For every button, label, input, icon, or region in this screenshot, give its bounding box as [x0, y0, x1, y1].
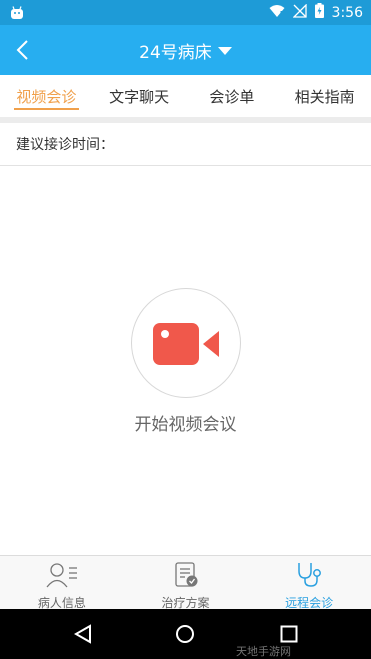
bed-selector[interactable]: 24号病床 [0, 25, 371, 75]
back-triangle-icon[interactable] [73, 624, 93, 644]
tab-bar: 视频会诊 文字聊天 会诊单 相关指南 [0, 75, 371, 117]
start-video-label: 开始视频会议 [134, 415, 237, 435]
treatment-plan-icon [173, 562, 199, 592]
home-circle-icon[interactable] [175, 624, 195, 644]
suggested-time-label: 建议接诊时间： [16, 137, 114, 153]
watermark: 天地手游网 [236, 645, 291, 658]
tab-video-consult[interactable]: 视频会诊 [0, 75, 93, 117]
bottom-nav: 病人信息 治疗方案 远程会诊 [0, 555, 371, 610]
tab-text-chat[interactable]: 文字聊天 [93, 75, 186, 117]
caret-down-icon [217, 47, 232, 55]
wifi-icon [269, 3, 285, 22]
no-signal-icon [291, 3, 307, 22]
tab-consult-form[interactable]: 会诊单 [186, 75, 279, 117]
video-camera-icon [153, 323, 219, 365]
page-title: 24号病床 [139, 42, 212, 63]
tab-label: 相关指南 [294, 87, 355, 106]
status-time: 3:56 [331, 4, 363, 21]
tab-label: 视频会诊 [16, 87, 77, 106]
stethoscope-icon [295, 562, 323, 592]
bottom-nav-treatment-plan[interactable]: 治疗方案 [124, 556, 248, 610]
tab-label: 文字聊天 [109, 87, 170, 106]
system-nav-bar: 天地手游网 [0, 609, 371, 659]
tab-label: 会诊单 [209, 87, 255, 106]
start-video-button[interactable] [131, 288, 241, 398]
battery-icon [314, 3, 324, 22]
bottom-nav-patient-info[interactable]: 病人信息 [0, 556, 124, 610]
tab-related-guide[interactable]: 相关指南 [278, 75, 371, 117]
bottom-nav-remote-consult[interactable]: 远程会诊 [247, 556, 371, 610]
video-consult-panel: 开始视频会议 [0, 166, 371, 555]
status-bar: 3:56 [0, 0, 371, 25]
android-app-icon [10, 5, 24, 19]
tab-active-indicator [14, 108, 79, 110]
patient-info-icon [46, 562, 78, 592]
header-bar: 24号病床 [0, 25, 371, 75]
suggested-time-row: 建议接诊时间： [0, 123, 371, 166]
recents-square-icon[interactable] [279, 624, 299, 644]
